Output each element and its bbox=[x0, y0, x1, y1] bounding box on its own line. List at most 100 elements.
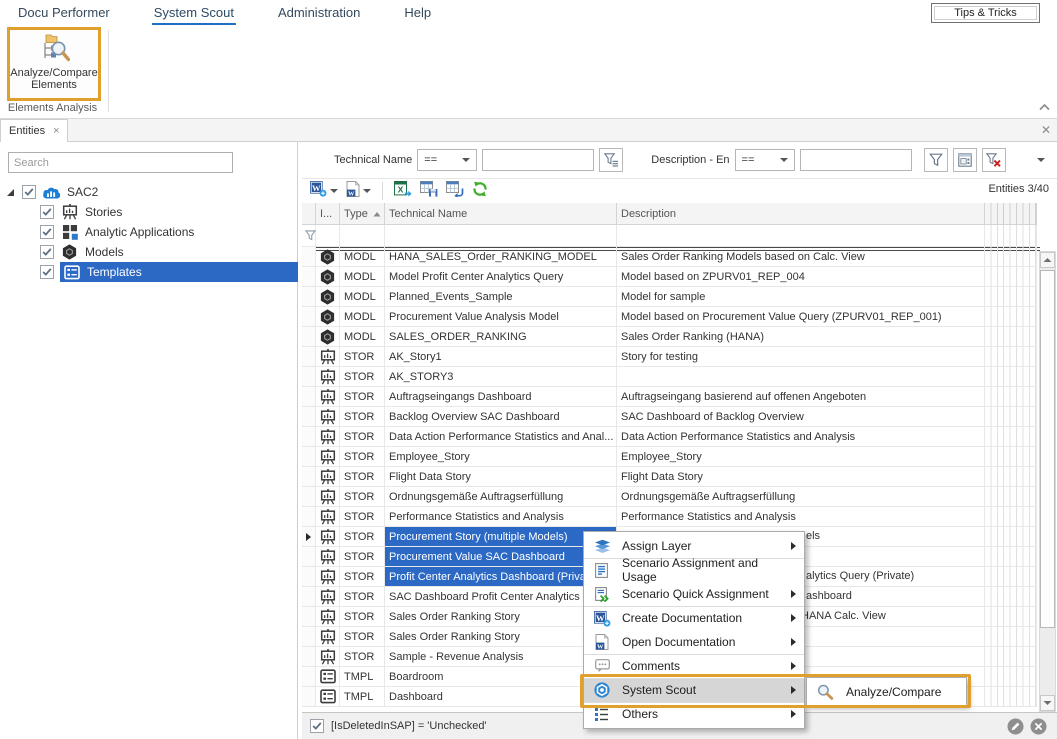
tree-node-sac2[interactable]: SAC2 bbox=[0, 182, 298, 202]
tab-entities[interactable]: Entities × bbox=[0, 119, 68, 142]
vertical-scrollbar[interactable] bbox=[1039, 251, 1056, 712]
word-create-icon: W bbox=[593, 610, 611, 627]
ribbon-tab-administration[interactable]: Administration bbox=[272, 2, 366, 25]
technical-name-cell[interactable]: Ordnungsgemäße Auftragserfüllung bbox=[385, 487, 617, 507]
filter-dropdown-icon[interactable] bbox=[1037, 158, 1045, 162]
table-row[interactable]: STORAK_STORY3 bbox=[302, 367, 1057, 387]
context-submenu-analyze-compare[interactable]: Analyze/Compare bbox=[806, 677, 967, 706]
auto-filter-cell[interactable] bbox=[340, 225, 385, 247]
row-indicator bbox=[302, 407, 316, 427]
technical-name-cell[interactable]: Planned_Events_Sample bbox=[385, 287, 617, 307]
checkbox[interactable] bbox=[40, 245, 54, 259]
auto-filter-cell[interactable] bbox=[617, 225, 985, 247]
table-row[interactable]: MODLSALES_ORDER_RANKINGSales Order Ranki… bbox=[302, 327, 1057, 347]
tree-node-models[interactable]: Models bbox=[0, 242, 298, 262]
table-row[interactable]: STOREmployee_StoryEmployee_Story bbox=[302, 447, 1057, 467]
table-row[interactable]: STORData Action Performance Statistics a… bbox=[302, 427, 1057, 447]
edit-filter-pencil-icon[interactable] bbox=[1007, 718, 1024, 735]
excel-export-button[interactable]: X bbox=[392, 180, 414, 203]
table-row[interactable]: STORAuftragseingangs DashboardAuftragsei… bbox=[302, 387, 1057, 407]
technical-name-cell[interactable]: SALES_ORDER_RANKING bbox=[385, 327, 617, 347]
entities-count-label: Entities 3/40 bbox=[988, 183, 1049, 195]
type-cell: STOR bbox=[340, 427, 385, 447]
checkbox[interactable] bbox=[40, 265, 54, 279]
menu-item-label: Scenario Quick Assignment bbox=[622, 587, 769, 601]
technical-name-cell[interactable]: Flight Data Story bbox=[385, 467, 617, 487]
technical-name-cell[interactable]: AK_STORY3 bbox=[385, 367, 617, 387]
menu-item-system-scout[interactable]: System Scout bbox=[584, 678, 804, 702]
table-row[interactable]: STORPerformance Statistics and AnalysisP… bbox=[302, 507, 1057, 527]
header-technical-name[interactable]: Technical Name bbox=[385, 203, 617, 225]
tree-node-templates[interactable]: Templates bbox=[0, 262, 298, 282]
menu-item-scenario-quick-assignment[interactable]: Scenario Quick Assignment bbox=[584, 582, 804, 606]
scroll-down-icon[interactable] bbox=[1040, 695, 1055, 711]
analyze-compare-elements-button[interactable]: Analyze/Compare Elements bbox=[7, 27, 101, 101]
table-row[interactable]: MODLHANA_SALES_Order_RANKING_MODELSales … bbox=[302, 247, 1057, 267]
tips-and-tricks-button[interactable]: Tips & Tricks bbox=[931, 3, 1040, 23]
table-row[interactable]: MODLProcurement Value Analysis ModelMode… bbox=[302, 307, 1057, 327]
filter-field1-input[interactable] bbox=[482, 149, 594, 171]
type-cell: TMPL bbox=[340, 687, 385, 707]
filter-field2-operator[interactable]: == bbox=[735, 149, 795, 171]
menu-item-scenario-assignment-and-usage[interactable]: Scenario Assignment and Usage bbox=[584, 558, 804, 582]
header-icon-col[interactable]: I... bbox=[316, 203, 340, 225]
ribbon-tab-docu-performer[interactable]: Docu Performer bbox=[12, 2, 116, 25]
menu-item-create-documentation[interactable]: WCreate Documentation bbox=[584, 606, 804, 630]
tab-close-icon[interactable]: × bbox=[53, 125, 59, 137]
create-word-doc-button[interactable]: W bbox=[307, 179, 340, 203]
header-type[interactable]: Type bbox=[340, 203, 385, 225]
clear-filter-close-icon[interactable] bbox=[1030, 718, 1047, 735]
filter-row: Technical Name == Description - En == bbox=[302, 142, 1057, 179]
entity-type-icon-cell bbox=[316, 567, 340, 587]
filter-checkbox[interactable] bbox=[310, 719, 324, 733]
funnel-clear-icon[interactable] bbox=[982, 148, 1006, 172]
auto-filter-cell[interactable] bbox=[385, 225, 617, 247]
ribbon-tab-system-scout[interactable]: System Scout bbox=[148, 2, 240, 25]
checkbox[interactable] bbox=[40, 205, 54, 219]
technical-name-cell[interactable]: Backlog Overview SAC Dashboard bbox=[385, 407, 617, 427]
ribbon-tab-help[interactable]: Help bbox=[398, 2, 437, 25]
technical-name-cell[interactable]: HANA_SALES_Order_RANKING_MODEL bbox=[385, 247, 617, 267]
menu-item-comments[interactable]: Comments bbox=[584, 654, 804, 678]
scroll-up-icon[interactable] bbox=[1040, 252, 1055, 268]
tree-node-analytic-applications[interactable]: Analytic Applications bbox=[0, 222, 298, 242]
menu-item-open-documentation[interactable]: WOpen Documentation bbox=[584, 630, 804, 654]
table-row[interactable]: STORBacklog Overview SAC DashboardSAC Da… bbox=[302, 407, 1057, 427]
funnel-icon[interactable] bbox=[924, 148, 948, 172]
expander-icon[interactable] bbox=[6, 188, 15, 197]
table-row[interactable]: MODLPlanned_Events_SampleModel for sampl… bbox=[302, 287, 1057, 307]
header-indicator[interactable] bbox=[302, 203, 316, 225]
extra-columns-cell bbox=[985, 527, 1037, 547]
filter-field2-input[interactable] bbox=[800, 149, 912, 171]
filter-field1-operator[interactable]: == bbox=[417, 149, 477, 171]
header-description[interactable]: Description bbox=[617, 203, 985, 225]
panel-close-icon[interactable]: ✕ bbox=[1041, 124, 1051, 136]
table-row[interactable]: STORAK_Story1Story for testing bbox=[302, 347, 1057, 367]
menu-item-assign-layer[interactable]: Assign Layer bbox=[584, 534, 804, 558]
refresh-button[interactable] bbox=[470, 180, 490, 203]
technical-name-cell[interactable]: Model Profit Center Analytics Query bbox=[385, 267, 617, 287]
technical-name-cell[interactable]: Employee_Story bbox=[385, 447, 617, 467]
tree-node-stories[interactable]: Stories bbox=[0, 202, 298, 222]
chevron-up-icon[interactable] bbox=[1038, 99, 1052, 111]
technical-name-cell[interactable]: Auftragseingangs Dashboard bbox=[385, 387, 617, 407]
filter-form-icon[interactable] bbox=[953, 148, 977, 172]
table-row[interactable]: STOROrdnungsgemäße AuftragserfüllungOrdn… bbox=[302, 487, 1057, 507]
technical-name-cell[interactable]: AK_Story1 bbox=[385, 347, 617, 367]
funnel-edit-icon[interactable] bbox=[599, 148, 623, 172]
open-word-doc-button[interactable]: W bbox=[344, 180, 373, 203]
header-extra-cols[interactable] bbox=[985, 203, 1037, 225]
scrollbar-thumb[interactable] bbox=[1040, 270, 1055, 628]
dock-tab-bar: Entities × ✕ bbox=[0, 119, 1057, 142]
checkbox[interactable] bbox=[40, 225, 54, 239]
restore-layout-button[interactable] bbox=[444, 180, 466, 203]
technical-name-cell[interactable]: Data Action Performance Statistics and A… bbox=[385, 427, 617, 447]
checkbox[interactable] bbox=[22, 185, 36, 199]
save-layout-button[interactable] bbox=[418, 180, 440, 203]
search-input[interactable] bbox=[8, 152, 233, 173]
table-row[interactable]: MODLModel Profit Center Analytics QueryM… bbox=[302, 267, 1057, 287]
table-row[interactable]: STORFlight Data StoryFlight Data Story bbox=[302, 467, 1057, 487]
menu-item-others[interactable]: Others bbox=[584, 702, 804, 726]
technical-name-cell[interactable]: Performance Statistics and Analysis bbox=[385, 507, 617, 527]
technical-name-cell[interactable]: Procurement Value Analysis Model bbox=[385, 307, 617, 327]
